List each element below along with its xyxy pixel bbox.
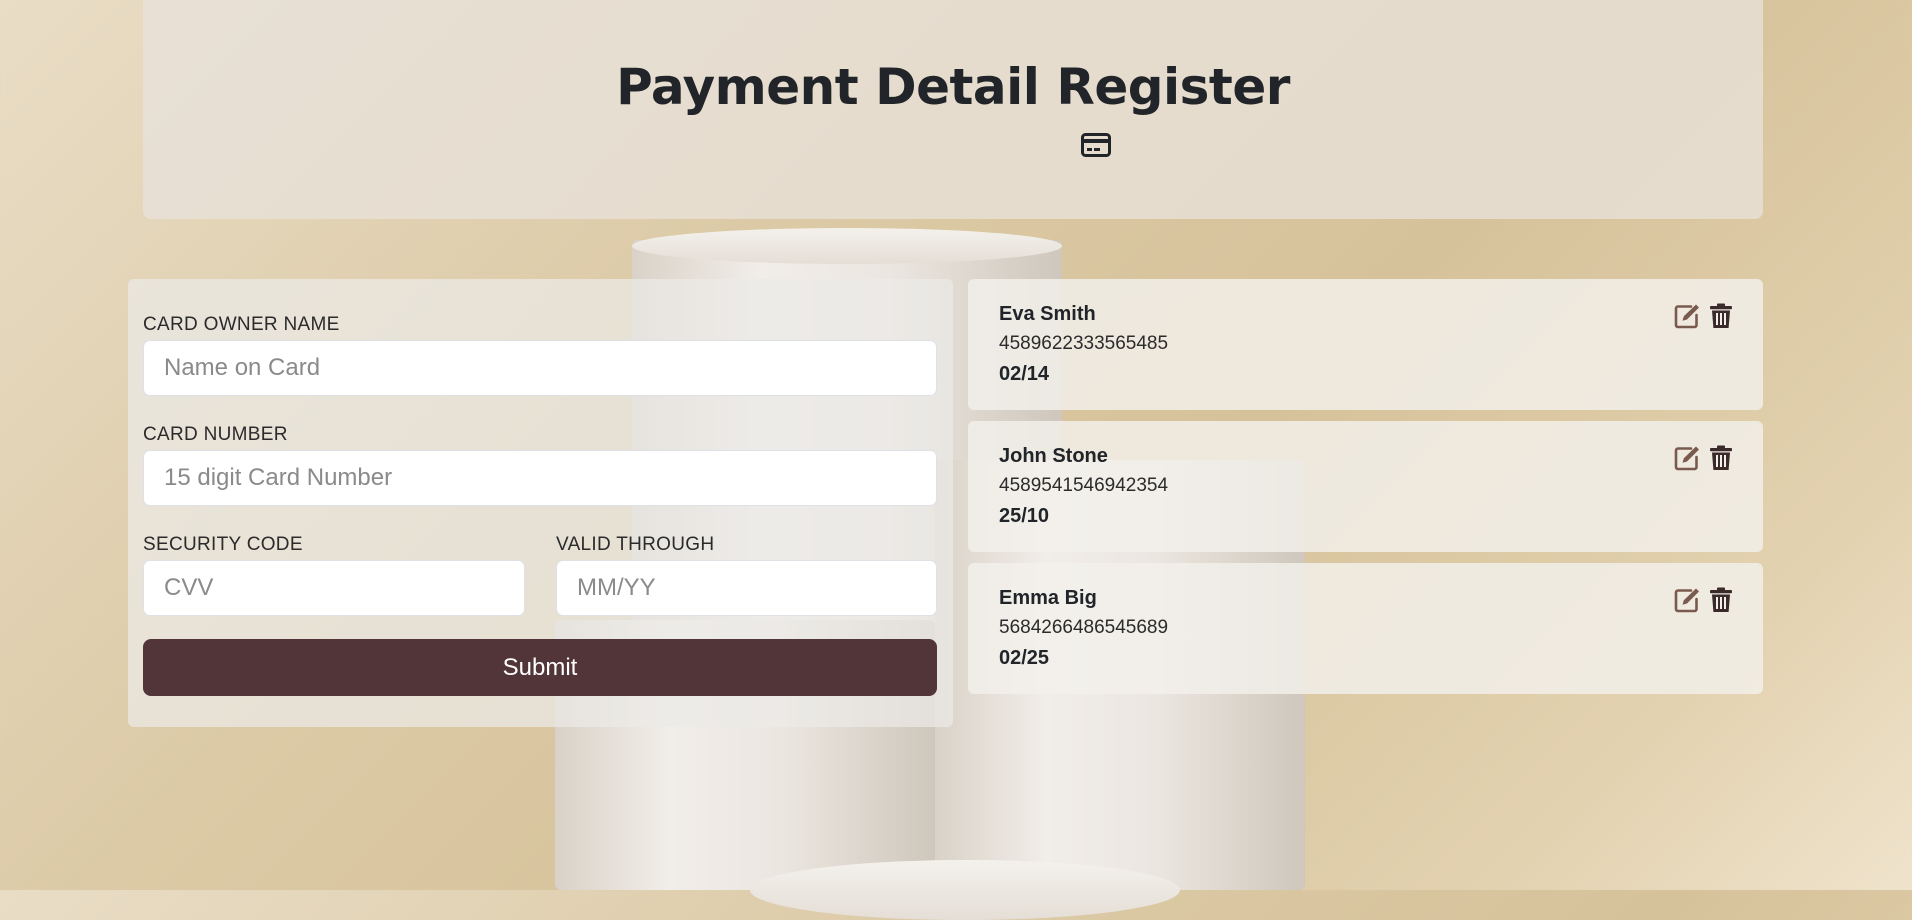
card-number-input[interactable] [143,450,937,506]
list-item[interactable]: Eva Smith 4589622333565485 02/14 [968,279,1763,410]
security-code-input[interactable] [143,560,525,616]
card-expiry: 25/10 [999,505,1050,527]
card-number: 5684266486545689 [999,617,1169,638]
saved-cards-list: Eva Smith 4589622333565485 02/14 John St… [968,279,1763,705]
background-podium-top [632,228,1062,264]
card-expiry: 02/25 [999,647,1050,669]
card-owner-name: John Stone [999,445,1108,467]
trash-icon[interactable] [1707,586,1735,614]
security-code-label: SECURITY CODE [143,534,303,555]
card-owner-name: Emma Big [999,587,1097,609]
payment-form: CARD OWNER NAME CARD NUMBER SECURITY COD… [128,279,953,727]
trash-icon[interactable] [1707,444,1735,472]
card-number-label: CARD NUMBER [143,424,288,445]
edit-icon[interactable] [1673,302,1701,330]
card-owner-name: Eva Smith [999,303,1096,325]
owner-name-label: CARD OWNER NAME [143,314,340,335]
owner-name-input[interactable] [143,340,937,396]
card-number: 4589541546942354 [999,475,1169,496]
valid-through-label: VALID THROUGH [556,534,715,555]
valid-through-input[interactable] [556,560,937,616]
list-item[interactable]: Emma Big 5684266486545689 02/25 [968,563,1763,694]
trash-icon[interactable] [1707,302,1735,330]
background-podium-top [750,860,1180,920]
edit-icon[interactable] [1673,586,1701,614]
credit-card-icon [1081,133,1111,157]
submit-button[interactable]: Submit [143,639,937,696]
card-number: 4589622333565485 [999,333,1169,354]
card-expiry: 02/14 [999,363,1050,385]
list-item[interactable]: John Stone 4589541546942354 25/10 [968,421,1763,552]
page-title: Payment Detail Register [616,58,1290,116]
edit-icon[interactable] [1673,444,1701,472]
page-header: Payment Detail Register [143,0,1763,219]
